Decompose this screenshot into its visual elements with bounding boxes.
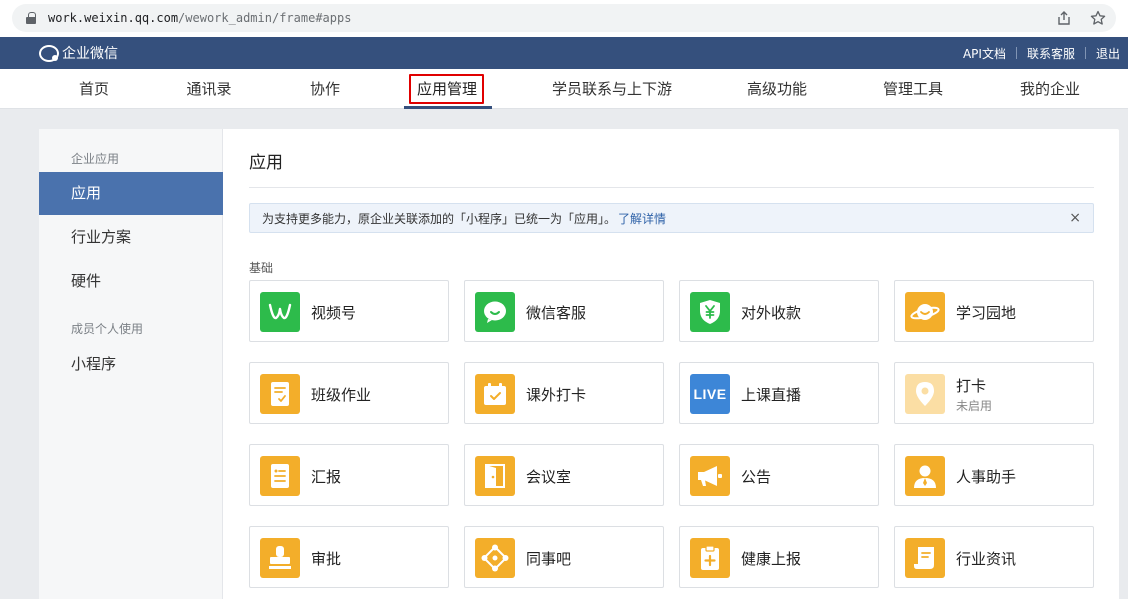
brand[interactable]: 企业微信 bbox=[38, 43, 118, 63]
stamp-icon bbox=[260, 538, 300, 578]
address-bar[interactable]: work.weixin.qq.com/wework_admin/frame#ap… bbox=[12, 4, 1116, 32]
sidebar-item-mini-programs[interactable]: 小程序 bbox=[39, 343, 223, 386]
sidebar-item-industry-solutions[interactable]: 行业方案 bbox=[39, 216, 223, 259]
app-name: 打卡 bbox=[956, 377, 987, 395]
nav-home[interactable]: 首页 bbox=[64, 69, 124, 109]
app-name: 行业资讯 bbox=[956, 550, 1017, 568]
app-name: 微信客服 bbox=[526, 304, 587, 322]
nav-collaboration[interactable]: 协作 bbox=[295, 69, 355, 109]
active-tab-indicator bbox=[404, 106, 492, 109]
app-name: 人事助手 bbox=[956, 468, 1017, 486]
app-name: 对外收款 bbox=[741, 304, 802, 322]
notice-banner: 为支持更多能力，原企业关联添加的「小程序」已统一为「应用」。 了解详情 × bbox=[249, 203, 1094, 233]
section-label-basic: 基础 bbox=[249, 261, 274, 275]
chat-bubble-icon bbox=[475, 292, 515, 332]
nav-advanced[interactable]: 高级功能 bbox=[738, 69, 816, 109]
nav-my-enterprise[interactable]: 我的企业 bbox=[1011, 69, 1089, 109]
top-header: 企业微信 API文档 联系客服 退出 bbox=[0, 37, 1128, 69]
browser-chrome: work.weixin.qq.com/wework_admin/frame#ap… bbox=[0, 0, 1128, 37]
app-card-wechat-service[interactable]: 微信客服 bbox=[464, 280, 664, 342]
calendar-check-icon bbox=[475, 374, 515, 414]
app-status: 未启用 bbox=[956, 399, 993, 413]
app-card-live[interactable]: LIVE 上课直播 bbox=[679, 362, 879, 424]
app-card-report[interactable]: 汇报 bbox=[249, 444, 449, 506]
sidebar-group-personal: 成员个人使用 bbox=[71, 322, 144, 336]
report-icon bbox=[260, 456, 300, 496]
live-icon: LIVE bbox=[690, 374, 730, 414]
network-icon bbox=[475, 538, 515, 578]
yuan-shield-icon bbox=[690, 292, 730, 332]
app-name: 同事吧 bbox=[526, 550, 572, 568]
app-card-payments[interactable]: 对外收款 bbox=[679, 280, 879, 342]
app-card-learning[interactable]: 学习园地 bbox=[894, 280, 1094, 342]
channels-icon bbox=[260, 292, 300, 332]
app-name: 课外打卡 bbox=[526, 386, 587, 404]
highlight-box bbox=[409, 74, 484, 104]
brand-name: 企业微信 bbox=[62, 46, 118, 62]
app-name: 上课直播 bbox=[741, 386, 802, 404]
door-icon bbox=[475, 456, 515, 496]
sidebar-item-apps[interactable]: 应用 bbox=[39, 172, 223, 215]
contact-support-link[interactable]: 联系客服 bbox=[1017, 45, 1085, 62]
app-card-channels[interactable]: 视频号 bbox=[249, 280, 449, 342]
nav-management-tools[interactable]: 管理工具 bbox=[874, 69, 952, 109]
app-name: 健康上报 bbox=[741, 550, 802, 568]
nav-contacts[interactable]: 通讯录 bbox=[178, 69, 240, 109]
nav-student-contacts[interactable]: 学员联系与上下游 bbox=[548, 69, 676, 109]
app-card-health-report[interactable]: 健康上报 bbox=[679, 526, 879, 588]
header-links: API文档 联系客服 退出 bbox=[953, 45, 1120, 62]
app-card-colleague-forum[interactable]: 同事吧 bbox=[464, 526, 664, 588]
notice-text: 为支持更多能力，原企业关联添加的「小程序」已统一为「应用」。 bbox=[262, 211, 617, 226]
app-card-meeting-room[interactable]: 会议室 bbox=[464, 444, 664, 506]
app-name: 审批 bbox=[311, 550, 342, 568]
app-card-hr-assistant[interactable]: 人事助手 bbox=[894, 444, 1094, 506]
wecom-logo-icon bbox=[38, 44, 60, 62]
app-name: 会议室 bbox=[526, 468, 572, 486]
app-card-announcement[interactable]: 公告 bbox=[679, 444, 879, 506]
share-icon[interactable] bbox=[1056, 10, 1072, 30]
sidebar: 企业应用 应用 行业方案 硬件 成员个人使用 小程序 bbox=[39, 129, 223, 599]
app-card-checkin[interactable]: 打卡 未启用 bbox=[894, 362, 1094, 424]
lock-icon bbox=[26, 12, 36, 24]
divider bbox=[249, 187, 1094, 188]
app-name: 学习园地 bbox=[956, 304, 1017, 322]
megaphone-icon bbox=[690, 456, 730, 496]
location-pin-icon bbox=[905, 374, 945, 414]
app-name: 汇报 bbox=[311, 468, 342, 486]
main-nav: 首页 通讯录 协作 应用管理 学员联系与上下游 高级功能 管理工具 我的企业 bbox=[0, 69, 1128, 109]
medical-clipboard-icon bbox=[690, 538, 730, 578]
app-card-approval[interactable]: 审批 bbox=[249, 526, 449, 588]
scroll-icon bbox=[905, 538, 945, 578]
app-card-homework[interactable]: 班级作业 bbox=[249, 362, 449, 424]
homework-icon bbox=[260, 374, 300, 414]
app-name: 班级作业 bbox=[311, 386, 372, 404]
app-name: 公告 bbox=[741, 468, 772, 486]
sidebar-group-enterprise-apps: 企业应用 bbox=[71, 152, 120, 166]
app-name: 视频号 bbox=[311, 304, 357, 322]
sidebar-item-hardware[interactable]: 硬件 bbox=[39, 260, 223, 303]
main-panel: 企业应用 应用 行业方案 硬件 成员个人使用 小程序 应用 为支持更多能力，原企… bbox=[39, 129, 1119, 599]
person-icon bbox=[905, 456, 945, 496]
app-card-extracurricular[interactable]: 课外打卡 bbox=[464, 362, 664, 424]
close-icon[interactable]: × bbox=[1069, 210, 1081, 226]
learn-more-link[interactable]: 了解详情 bbox=[618, 210, 666, 227]
logout-link[interactable]: 退出 bbox=[1086, 45, 1120, 62]
page-title: 应用 bbox=[249, 153, 283, 173]
planet-icon bbox=[905, 292, 945, 332]
url-text[interactable]: work.weixin.qq.com/wework_admin/frame#ap… bbox=[48, 11, 351, 25]
bookmark-star-icon[interactable] bbox=[1090, 10, 1106, 30]
app-card-industry-news[interactable]: 行业资讯 bbox=[894, 526, 1094, 588]
api-docs-link[interactable]: API文档 bbox=[953, 45, 1016, 62]
